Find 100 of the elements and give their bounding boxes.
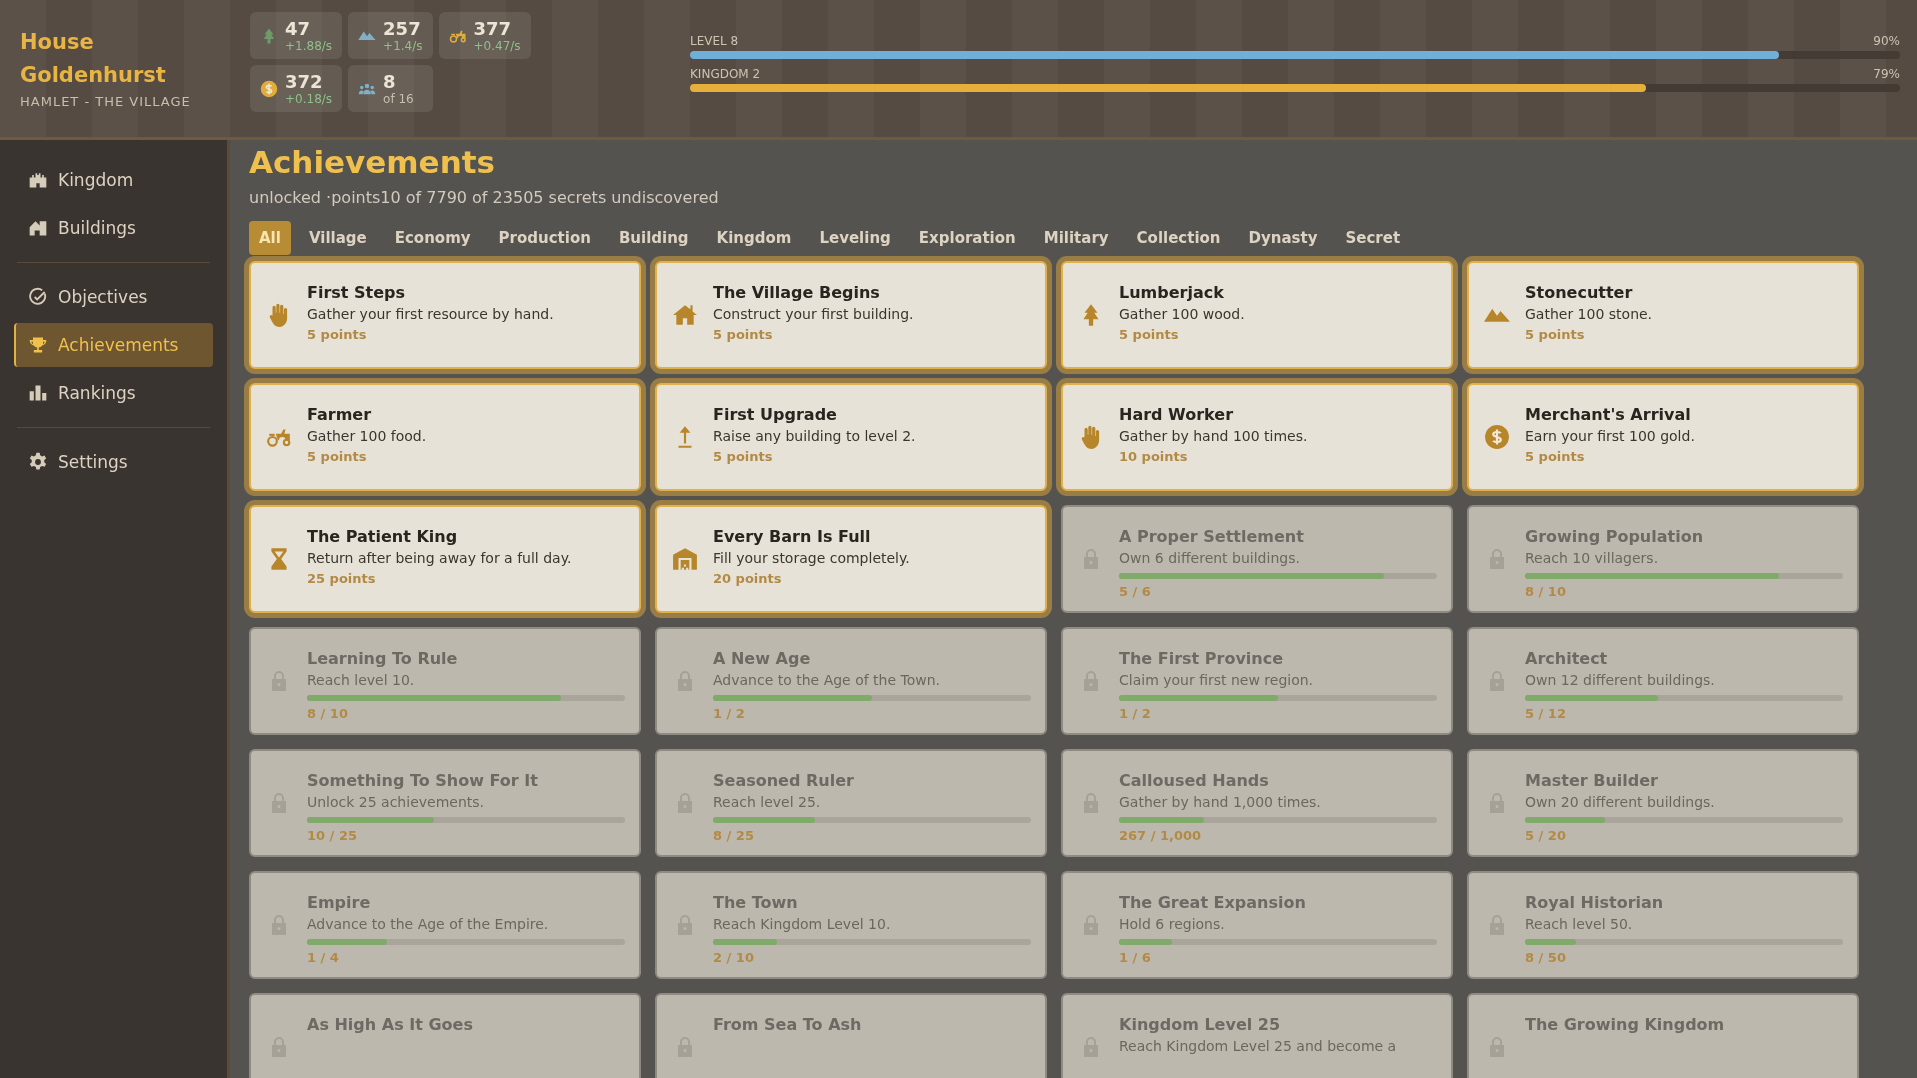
achievement-progress: 8 / 25 [713, 828, 755, 843]
resource-amount: 47 [285, 18, 312, 39]
achievement-title: The Village Begins [713, 283, 881, 302]
achievement-reward: 5 points [713, 449, 774, 464]
category-tab[interactable]: Collection [1126, 221, 1231, 255]
category-tab[interactable]: Leveling [809, 221, 901, 255]
achievement-title: Calloused Hands [1119, 771, 1270, 790]
progress-label: KINGDOM 2 [690, 67, 761, 81]
resource-rate: +1.4/s [383, 39, 423, 53]
achievement-reward: 5 points [1525, 449, 1586, 464]
achievement-description: Gather your first resource by hand. [307, 306, 555, 322]
category-tab[interactable]: Military [1033, 221, 1119, 255]
achievement-progress: 1 / 6 [1119, 950, 1152, 965]
achievement-title: Lumberjack [1119, 283, 1225, 302]
achievement-description: Reach 10 villagers. [1525, 550, 1660, 566]
category-tab[interactable]: Kingdom [706, 221, 802, 255]
achievement-description: Raise any building to level 2. [713, 428, 917, 444]
category-tab[interactable]: Economy [384, 221, 481, 255]
category-tab[interactable]: Building [608, 221, 699, 255]
achievement-description: Return after being away for a full day. [307, 550, 573, 566]
achievement-description: Reach Kingdom Level 25 and become a [1119, 1038, 1398, 1054]
achievement-progress: 10 / 25 [307, 828, 358, 843]
achievement-description: Advance to the Age of the Empire. [307, 916, 550, 932]
check-circle-icon [28, 287, 48, 307]
sidebar-item[interactable]: Rankings [14, 371, 213, 415]
resource-rate: +1.88/s [285, 39, 333, 53]
achievement-progress: 5 / 6 [1119, 584, 1152, 599]
resource-amount: 257 [383, 18, 422, 39]
category-tab[interactable]: Production [488, 221, 601, 255]
achievement-title: The Town [713, 893, 799, 912]
achievement-title: Hard Worker [1119, 405, 1234, 424]
achievement-description: Gather 100 stone. [1525, 306, 1654, 322]
house-name: House Goldenhurst [20, 29, 167, 89]
achievement-title: Empire [307, 893, 372, 912]
achievement-description: Advance to the Age of the Town. [713, 672, 942, 688]
sidebar-item[interactable]: Objectives [14, 275, 213, 319]
achievement-description: Own 6 different buildings. [1119, 550, 1301, 566]
progress-label: LEVEL 8 [690, 34, 739, 48]
achievement-description: Fill your storage completely. [713, 550, 911, 566]
achievement-reward: 10 points [1119, 449, 1189, 464]
achievement-progress: 8 / 10 [307, 706, 349, 721]
resource-rate: +0.18/s [285, 92, 333, 106]
achievement-title: The First Province [1119, 649, 1285, 668]
resource-amount: 372 [285, 71, 324, 92]
achievement-progress: 5 / 12 [1525, 706, 1567, 721]
achievement-progress: 1 / 2 [1119, 706, 1152, 721]
achievement-title: Something To Show For It [307, 771, 539, 790]
coin-icon [260, 79, 278, 98]
sidebar-item[interactable]: Buildings [14, 206, 213, 250]
achievement-reward: 5 points [1119, 327, 1180, 342]
mountain-icon [1484, 307, 1510, 323]
category-tab[interactable]: Dynasty [1238, 221, 1328, 255]
achievement-description: Unlock 25 achievements. [307, 794, 485, 810]
page-title: Achievements [249, 143, 496, 180]
progress-percent: 79% [1873, 67, 1900, 81]
achievement-progress: 1 / 4 [307, 950, 340, 965]
mountain-icon [358, 30, 377, 41]
progress-percent: 90% [1873, 34, 1900, 48]
settings-icon [28, 452, 48, 472]
achievement-progress: 8 / 50 [1525, 950, 1567, 965]
achievement-description: Construct your first building. [713, 306, 915, 322]
achievement-description: Gather 100 wood. [1119, 306, 1246, 322]
achievement-description: Reach level 10. [307, 672, 416, 688]
house-subtitle: HAMLET - THE VILLAGE [20, 94, 192, 109]
house-icon [672, 302, 698, 328]
resource-amount: 377 [473, 18, 513, 39]
sidebar-item[interactable]: Settings [14, 440, 213, 484]
achievement-title: First Steps [307, 283, 407, 302]
achievement-title: Architect [1525, 649, 1609, 668]
achievement-title: Learning To Rule [307, 649, 459, 668]
category-tab[interactable]: Exploration [908, 221, 1026, 255]
achievement-reward: 25 points [307, 571, 377, 586]
achievement-progress: 5 / 20 [1525, 828, 1567, 843]
achievement-title: Stonecutter [1525, 283, 1634, 302]
category-tab[interactable]: Secret [1335, 221, 1411, 255]
achievement-title: From Sea To Ash [713, 1015, 863, 1034]
sidebar-item[interactable]: Kingdom [14, 158, 213, 202]
category-tab[interactable]: Village [298, 221, 377, 255]
barn-icon [672, 546, 698, 572]
achievement-title: As High As It Goes [307, 1015, 474, 1034]
achievement-title: Master Builder [1525, 771, 1659, 790]
resource-rate: of 16 [383, 92, 414, 106]
achievement-title: Farmer [307, 405, 373, 424]
achievement-title: Seasoned Ruler [713, 771, 855, 790]
achievement-description: Gather by hand 1,000 times. [1119, 794, 1322, 810]
achievement-reward: 5 points [307, 449, 368, 464]
achievement-description: Reach level 25. [713, 794, 822, 810]
achievement-description: Gather 100 food. [307, 428, 428, 444]
achievement-title: The Growing Kingdom [1525, 1015, 1726, 1034]
bar-chart-icon [28, 383, 48, 403]
achievement-reward: 5 points [1525, 327, 1586, 342]
achievement-title: Merchant's Arrival [1525, 405, 1692, 424]
achievement-summary: unlocked ·points10 of 7790 of 23505 secrets undiscovered [249, 188, 720, 207]
sidebar-item[interactable]: Achievements [14, 323, 213, 367]
achievement-description: Gather by hand 100 times. [1119, 428, 1309, 444]
achievement-progress: 267 / 1,000 [1119, 828, 1203, 843]
achievement-title: First Upgrade [713, 405, 838, 424]
achievement-progress: 1 / 2 [713, 706, 746, 721]
achievement-description: Claim your first new region. [1119, 672, 1315, 688]
achievement-title: Growing Population [1525, 527, 1705, 546]
